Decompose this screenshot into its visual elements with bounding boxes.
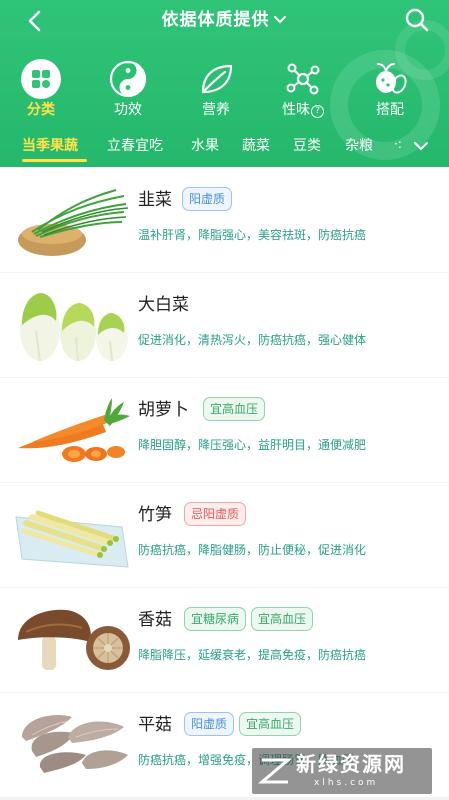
category-bar: 分类 功效 营养 性味 ? 搭配 [0, 58, 449, 120]
tab-spring[interactable]: 立春宜吃 [107, 135, 163, 157]
category-label: 营养 [202, 102, 230, 118]
tab-fruits[interactable]: 水果 [191, 135, 219, 157]
help-icon[interactable]: ? [311, 105, 324, 118]
food-effects: 降脂降压，延缓衰老，提高免疫，防癌抗癌 [138, 648, 367, 662]
tab-grains[interactable]: 杂粮 [345, 135, 373, 157]
tab-seasonal[interactable]: 当季果蔬 [22, 135, 78, 157]
food-name: 香菇 [138, 610, 172, 630]
food-effects: 降胆固醇，降压强心，益肝明目，通便减肥 [138, 438, 367, 452]
app-header: 依据体质提供 分类 功效 营养 性味 ? 搭配 当季果蔬 立春宜吃 水果 蔬菜 … [0, 0, 449, 167]
constitution-tags: 忌阳虚质 [184, 502, 251, 528]
category-efficacy[interactable]: 功效 [93, 58, 163, 120]
category-label: 功效 [114, 102, 142, 118]
expand-chevron-icon[interactable] [412, 139, 430, 153]
food-image-shiitake [12, 602, 132, 680]
food-image-chives [12, 182, 132, 260]
food-effects: 防癌抗癌，降脂健肠，防止便秘，促进消化 [138, 543, 367, 557]
tab-overflow-indicator: ·: [394, 137, 402, 151]
constitution-tags: 阳虚质 宜高血压 [184, 712, 306, 738]
leaf-icon [201, 64, 233, 94]
constitution-tag: 阳虚质 [184, 712, 235, 736]
search-icon[interactable] [403, 6, 431, 34]
category-label: 搭配 [376, 102, 404, 118]
food-item-bamboo-shoots[interactable]: 竹笋 忌阳虚质 防癌抗癌，降脂健肠，防止便秘，促进消化 [0, 483, 449, 587]
food-image-bamboo-shoots [12, 497, 132, 575]
food-item-carrot[interactable]: 胡萝卜 宜高血压 降胆固醇，降压强心，益肝明目，通便减肥 [0, 378, 449, 482]
grid-icon [21, 59, 61, 99]
constitution-tags: 阳虚质 [182, 187, 237, 213]
watermark-text: 新绿资源网 [296, 752, 406, 776]
constitution-tag: 忌阳虚质 [184, 502, 247, 526]
vegetables-icon [376, 63, 407, 94]
food-image-napa-cabbage [12, 287, 132, 365]
category-taste[interactable]: 性味? [268, 58, 338, 120]
watermark-url: xlhs.com [314, 778, 379, 788]
constitution-tag: 阳虚质 [182, 187, 233, 211]
watermark-logo-icon [258, 758, 292, 784]
food-name: 胡萝卜 [138, 400, 189, 420]
constitution-tag: 宜高血压 [239, 712, 302, 736]
category-label: 性味? [268, 100, 338, 120]
chevron-down-icon [273, 16, 286, 24]
top-bar: 依据体质提供 [0, 0, 449, 40]
constitution-tag: 宜高血压 [203, 397, 266, 421]
tab-beans[interactable]: 豆类 [293, 135, 321, 157]
page-title: 依据体质提供 [161, 10, 270, 30]
active-tab-indicator [22, 159, 87, 162]
category-nutrition[interactable]: 营养 [181, 58, 251, 120]
constitution-tags: 宜高血压 [203, 397, 270, 423]
yin-yang-icon [109, 60, 147, 98]
watermark: 新绿资源网 xlhs.com [252, 748, 432, 794]
food-item-chives[interactable]: 韭菜 阳虚质 温补肝肾，降脂强心，美容祛斑，防癌抗癌 [0, 168, 449, 272]
food-name: 竹笋 [138, 505, 172, 525]
food-item-napa-cabbage[interactable]: 大白菜 促进消化，清热泻火，防癌抗癌，强心健体 [0, 273, 449, 377]
food-item-shiitake[interactable]: 香菇 宜糖尿病 宜高血压 降脂降压，延缓衰老，提高免疫，防癌抗癌 [0, 588, 449, 692]
tab-bar: 当季果蔬 立春宜吃 水果 蔬菜 豆类 杂粮 ·: [0, 131, 449, 167]
category-classify[interactable]: 分类 [6, 58, 76, 120]
constitution-tags: 宜糖尿病 宜高血压 [184, 607, 318, 633]
food-effects: 促进消化，清热泻火，防癌抗癌，强心健体 [138, 333, 367, 347]
constitution-tag: 宜高血压 [251, 607, 314, 631]
food-effects: 温补肝肾，降脂强心，美容祛斑，防癌抗癌 [138, 228, 367, 242]
food-name: 平菇 [138, 715, 172, 735]
title-dropdown[interactable]: 依据体质提供 [0, 6, 449, 34]
food-name: 大白菜 [138, 295, 189, 315]
food-image-oyster-mushroom [12, 707, 132, 785]
food-name: 韭菜 [138, 190, 172, 210]
tab-vegetables[interactable]: 蔬菜 [242, 135, 270, 157]
category-label: 分类 [27, 102, 55, 118]
food-image-carrot [12, 392, 132, 470]
category-pairing[interactable]: 搭配 [355, 58, 425, 120]
constitution-tag: 宜糖尿病 [184, 607, 247, 631]
molecule-icon [286, 63, 320, 95]
